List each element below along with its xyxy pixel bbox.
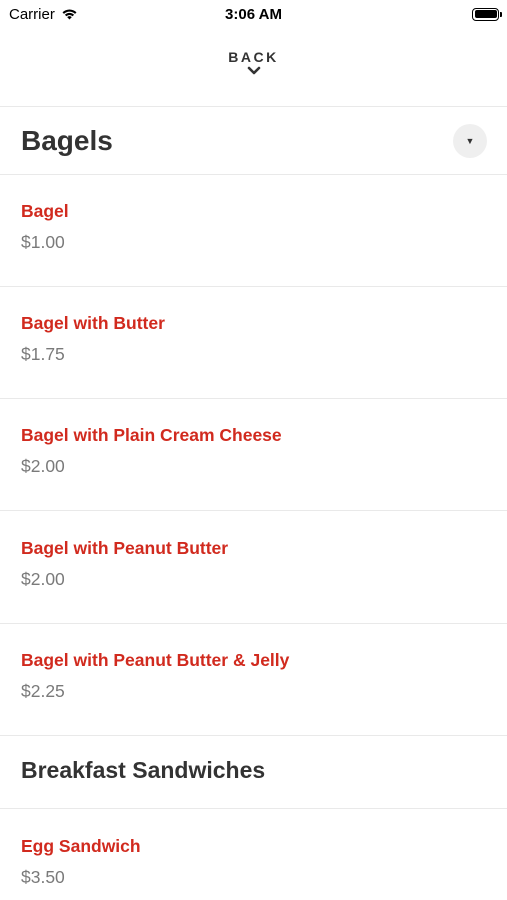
battery-fill bbox=[474, 10, 497, 18]
category-title: Bagels bbox=[21, 125, 113, 156]
divider bbox=[0, 106, 507, 107]
chevron-down-icon bbox=[247, 66, 260, 75]
item-price: $2.25 bbox=[21, 681, 65, 701]
category-toggle-button[interactable]: ▼ bbox=[453, 124, 487, 158]
item-name: Bagel with Peanut Butter bbox=[21, 538, 229, 558]
item-price: $2.00 bbox=[21, 456, 65, 476]
back-button[interactable]: BACK bbox=[0, 44, 507, 106]
caret-down-icon: ▼ bbox=[465, 135, 475, 146]
item-price: $3.50 bbox=[21, 867, 65, 887]
item-name: Bagel with Butter bbox=[21, 313, 165, 333]
battery-icon bbox=[472, 7, 502, 21]
menu-item[interactable]: Bagel with Peanut Butter $2.00 bbox=[0, 512, 507, 624]
subcategory-header: Breakfast Sandwiches bbox=[0, 733, 507, 809]
item-name: Bagel with Plain Cream Cheese bbox=[21, 425, 282, 445]
subcategory-title: Breakfast Sandwiches bbox=[21, 757, 266, 783]
status-left: Carrier bbox=[9, 6, 78, 23]
item-name: Egg Sandwich bbox=[21, 836, 141, 856]
menu-item[interactable]: Bagel with Peanut Butter & Jelly $2.25 bbox=[0, 624, 507, 736]
menu-item[interactable]: Bagel with Plain Cream Cheese $2.00 bbox=[0, 399, 507, 511]
item-price: $2.00 bbox=[21, 569, 65, 589]
menu-screen: Carrier 3:06 AM BACK Bagels ▼ Bagel $1.0… bbox=[0, 0, 507, 900]
item-price: $1.75 bbox=[21, 344, 65, 364]
item-name: Bagel bbox=[21, 201, 69, 221]
category-header: Bagels ▼ bbox=[0, 108, 507, 174]
status-time: 3:06 AM bbox=[225, 5, 282, 23]
status-bar: Carrier 3:06 AM bbox=[0, 0, 507, 28]
back-label: BACK bbox=[228, 49, 279, 65]
carrier-label: Carrier bbox=[9, 5, 55, 23]
item-name: Bagel with Peanut Butter & Jelly bbox=[21, 650, 290, 670]
menu-item[interactable]: Bagel with Butter $1.75 bbox=[0, 287, 507, 399]
menu-item[interactable]: Egg Sandwich $3.50 bbox=[0, 810, 507, 900]
item-price: $1.00 bbox=[21, 232, 65, 252]
wifi-icon bbox=[62, 9, 77, 20]
menu-item[interactable]: Bagel $1.00 bbox=[0, 175, 507, 287]
